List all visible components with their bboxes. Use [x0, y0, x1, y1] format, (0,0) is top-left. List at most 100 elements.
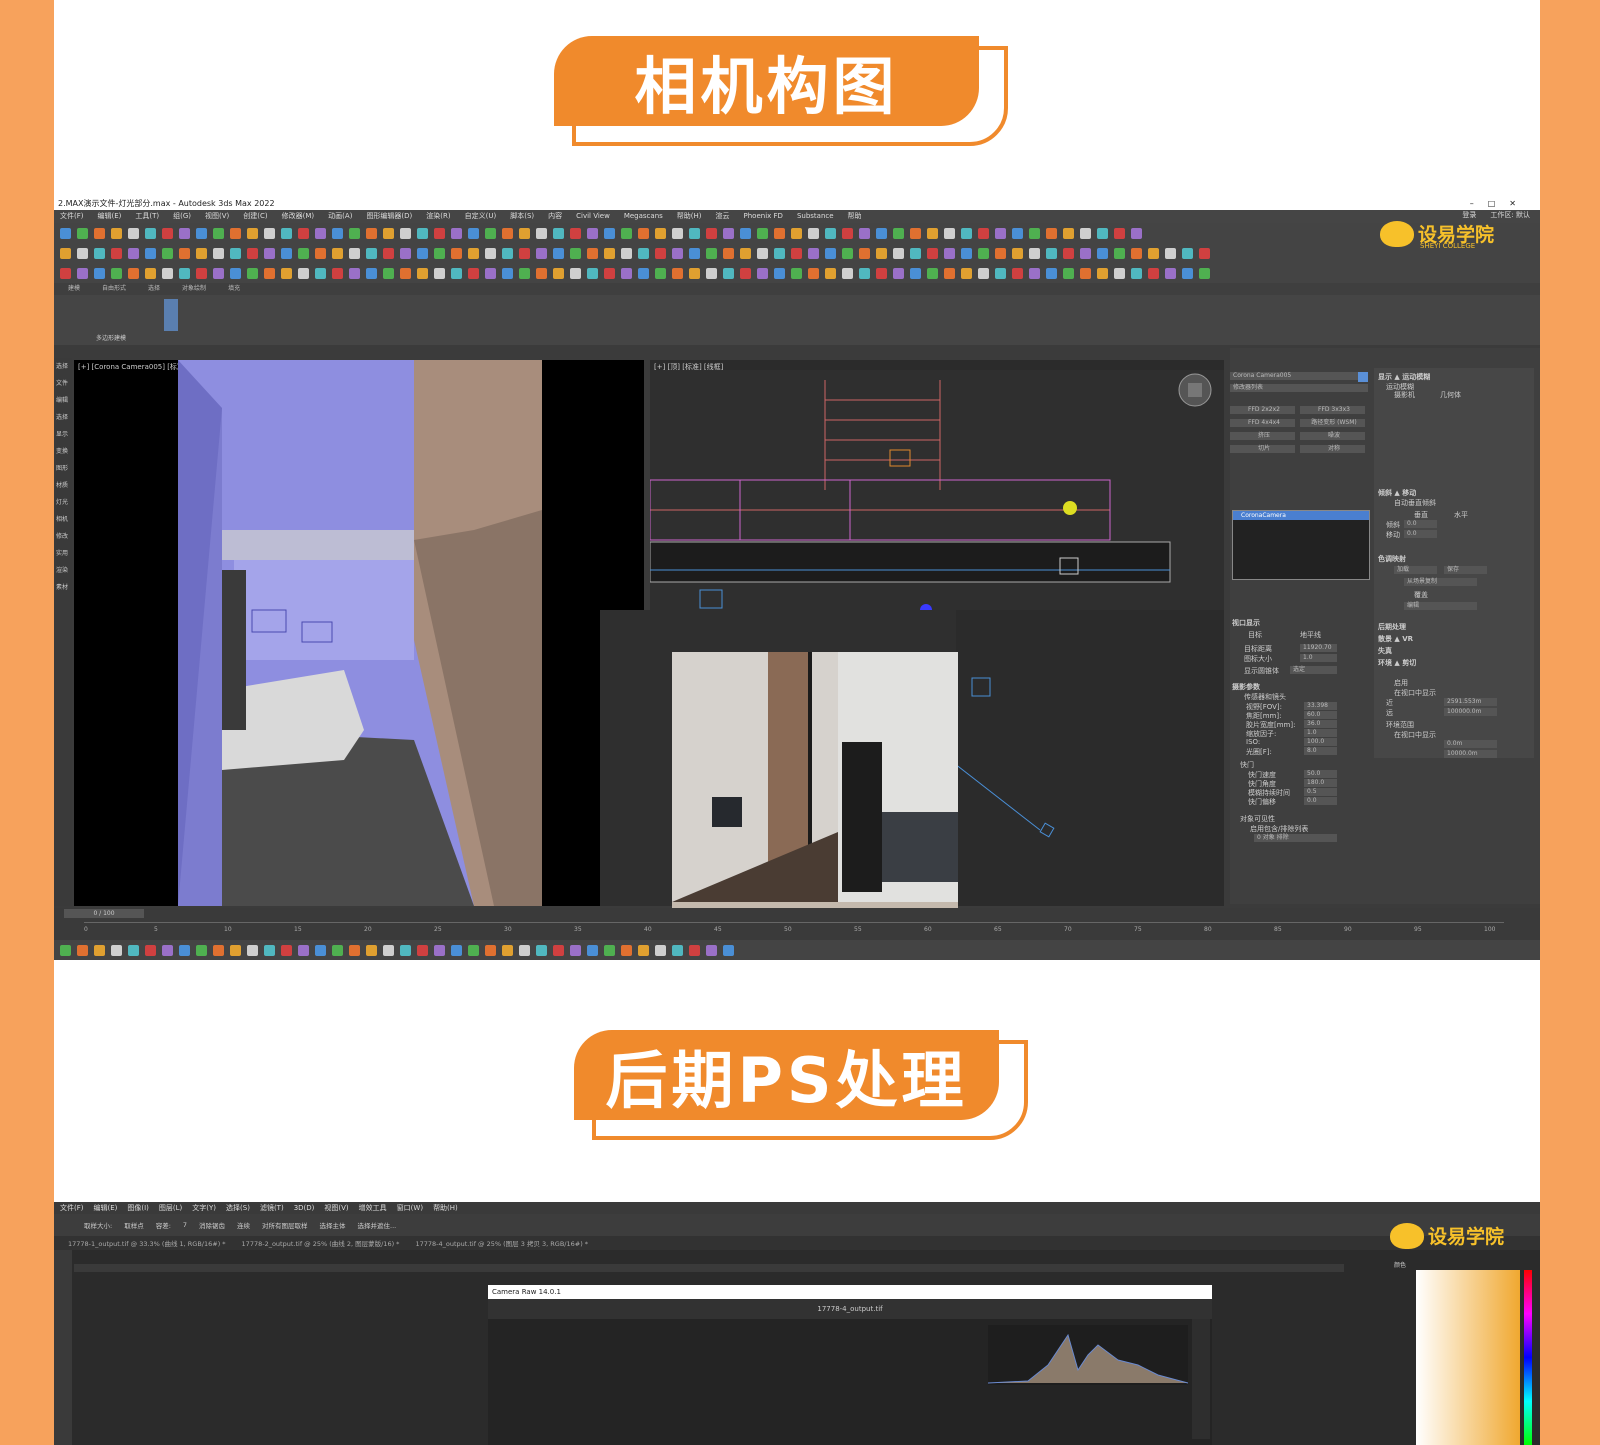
toolbar-tool-icon[interactable]: [417, 247, 428, 259]
toolbar-tool-icon[interactable]: [553, 267, 564, 279]
toolbar-tool-icon[interactable]: [757, 267, 768, 279]
toolbar-tool-icon[interactable]: [689, 247, 700, 259]
toolbar-tool-icon[interactable]: [502, 227, 513, 239]
auto-tilt-checkbox[interactable]: 自动垂直倾斜: [1394, 498, 1436, 508]
toolbar-tool-icon[interactable]: [587, 247, 598, 259]
toolbar-tool-icon[interactable]: [1182, 247, 1193, 259]
far-field[interactable]: 100000.0m: [1444, 708, 1497, 716]
toolbar-tool-icon[interactable]: [366, 247, 377, 259]
toolbar-tool-icon[interactable]: [587, 267, 598, 279]
toolbar-tool-icon[interactable]: [910, 267, 921, 279]
toolbar-tool-icon[interactable]: [264, 247, 275, 259]
toolbar-tool-icon[interactable]: [298, 227, 309, 239]
left-tool-item[interactable]: 图形: [54, 460, 72, 477]
toolbar-tool-icon[interactable]: [434, 247, 445, 259]
toolbar-tool-icon[interactable]: [1063, 227, 1074, 239]
toolbar-tool-icon[interactable]: [111, 267, 122, 279]
bokeh-rollout[interactable]: 散景 ▲ VR: [1378, 634, 1413, 644]
ps-option[interactable]: 选择并遮住...: [358, 1220, 397, 1230]
toolbar-tool-icon[interactable]: [536, 267, 547, 279]
camera-param-field[interactable]: 8.0: [1304, 747, 1337, 755]
toolbar-tool-icon[interactable]: [672, 227, 683, 239]
camera-param-field[interactable]: 60.0: [1304, 711, 1337, 719]
near-field[interactable]: 2591.553m: [1444, 698, 1497, 706]
toolbar-tool-icon[interactable]: [944, 267, 955, 279]
toolbar-tool-icon[interactable]: [315, 247, 326, 259]
toolbar-tool-icon[interactable]: [349, 267, 360, 279]
camera-viewport[interactable]: [+] [Corona Camera005] [标准] [默认明暗处理]: [74, 360, 644, 906]
toolbar-tool-icon[interactable]: [332, 247, 343, 259]
toolbar-tool-icon[interactable]: [1097, 227, 1108, 239]
toolbar-tool-icon[interactable]: [94, 247, 105, 259]
toolbar-tool-icon[interactable]: [706, 247, 717, 259]
toolbar-tool-icon[interactable]: [94, 267, 105, 279]
toolbar-tool-icon[interactable]: [1148, 247, 1159, 259]
toolbar-tool-icon[interactable]: [468, 247, 479, 259]
toolbar-tool-icon[interactable]: [247, 247, 258, 259]
env-near-field[interactable]: 0.0m: [1444, 740, 1497, 748]
toolbar-tool-icon[interactable]: [587, 944, 598, 956]
toolbar-tool-icon[interactable]: [791, 267, 802, 279]
toolbar-tool-icon[interactable]: [1063, 267, 1074, 279]
toolbar-tool-icon[interactable]: [332, 227, 343, 239]
toolbar-tool-icon[interactable]: [485, 247, 496, 259]
toolbar-tool-icon[interactable]: [179, 944, 190, 956]
toolbar-tool-icon[interactable]: [536, 227, 547, 239]
toolbar-tool-icon[interactable]: [655, 247, 666, 259]
max-menu-item[interactable]: 创建(C): [243, 210, 267, 223]
icon-size-field[interactable]: 1.0: [1300, 654, 1337, 662]
max-menu-item[interactable]: 工具(T): [135, 210, 159, 223]
toolbar-tool-icon[interactable]: [383, 267, 394, 279]
toolbar-tool-icon[interactable]: [417, 267, 428, 279]
ribbon-tab[interactable]: 填充: [228, 283, 240, 295]
toolbar-tool-icon[interactable]: [213, 944, 224, 956]
left-tool-item[interactable]: 相机: [54, 511, 72, 528]
toolbar-tool-icon[interactable]: [451, 227, 462, 239]
modifier-button[interactable]: 噪波: [1300, 432, 1365, 440]
ps-option[interactable]: 容差:: [156, 1220, 171, 1230]
toolbar-tool-icon[interactable]: [961, 227, 972, 239]
ps-option[interactable]: 取样大小:: [84, 1220, 112, 1230]
ps-option[interactable]: 7: [183, 1221, 187, 1229]
toolbar-tool-icon[interactable]: [400, 227, 411, 239]
toolbar-tool-icon[interactable]: [757, 227, 768, 239]
toolbar-tool-icon[interactable]: [689, 227, 700, 239]
horizon-checkbox[interactable]: 地平线: [1300, 630, 1321, 640]
login-button[interactable]: 登录: [1462, 210, 1476, 220]
toolbar-tool-icon[interactable]: [689, 267, 700, 279]
toolbar-tool-icon[interactable]: [264, 267, 275, 279]
include-list-field[interactable]: 0 对象 排除: [1254, 834, 1337, 842]
toolbar-tool-icon[interactable]: [893, 227, 904, 239]
clip-show-checkbox[interactable]: 在视口中显示: [1394, 688, 1436, 698]
toolbar-tool-icon[interactable]: [298, 247, 309, 259]
ps-menu-item[interactable]: 增效工具: [359, 1202, 387, 1214]
toolbar-tool-icon[interactable]: [315, 227, 326, 239]
toolbar-tool-icon[interactable]: [927, 227, 938, 239]
tone-load-button[interactable]: 加载: [1394, 566, 1437, 574]
target-distance-field[interactable]: 11920.70: [1300, 644, 1337, 652]
toolbar-tool-icon[interactable]: [570, 227, 581, 239]
toolbar-tool-icon[interactable]: [417, 227, 428, 239]
left-tool-item[interactable]: 素材: [54, 579, 72, 596]
toolbar-tool-icon[interactable]: [332, 944, 343, 956]
toolbar-tool-icon[interactable]: [978, 267, 989, 279]
max-menu-item[interactable]: 帮助(H): [677, 210, 702, 223]
camera-param-field[interactable]: 33.398: [1304, 702, 1337, 710]
toolbar-tool-icon[interactable]: [757, 247, 768, 259]
modifier-button[interactable]: 切片: [1230, 445, 1295, 453]
max-menu-item[interactable]: 自定义(U): [465, 210, 497, 223]
toolbar-tool-icon[interactable]: [604, 944, 615, 956]
toolbar-tool-icon[interactable]: [332, 267, 343, 279]
toolbar-tool-icon[interactable]: [553, 227, 564, 239]
toolbar-tool-icon[interactable]: [247, 227, 258, 239]
toolbar-tool-icon[interactable]: [604, 227, 615, 239]
toolbar-tool-icon[interactable]: [128, 944, 139, 956]
tilt-shift-rollout[interactable]: 倾斜 ▲ 移动: [1378, 488, 1416, 498]
target-checkbox[interactable]: 目标: [1248, 630, 1262, 640]
max-menu-item[interactable]: 动画(A): [328, 210, 352, 223]
toolbar-tool-icon[interactable]: [638, 247, 649, 259]
toolbar-tool-icon[interactable]: [842, 227, 853, 239]
ps-menu-item[interactable]: 滤镜(T): [260, 1202, 284, 1214]
toolbar-tool-icon[interactable]: [706, 227, 717, 239]
toolbar-tool-icon[interactable]: [808, 247, 819, 259]
